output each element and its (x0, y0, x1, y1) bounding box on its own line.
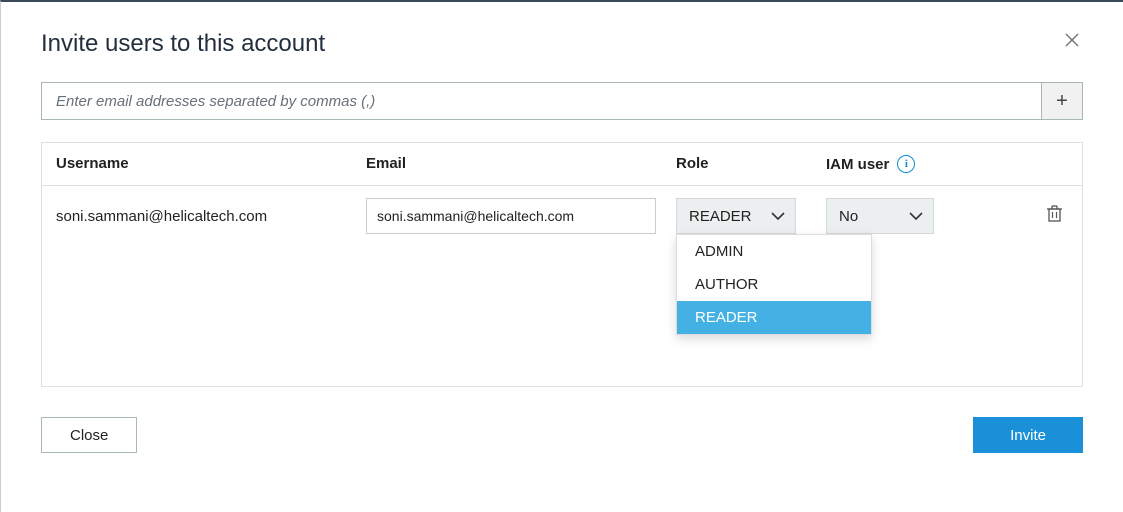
info-icon[interactable]: i (897, 155, 915, 173)
role-dropdown: ADMIN AUTHOR READER (676, 234, 872, 335)
email-add-row: + (41, 82, 1083, 120)
dialog-title: Invite users to this account (41, 30, 1083, 58)
delete-row-icon[interactable] (1047, 205, 1062, 222)
role-select[interactable]: READER (676, 198, 796, 234)
table-body: soni.sammani@helicaltech.com READER No (42, 186, 1082, 386)
column-header-iam: IAM user i (826, 155, 1006, 173)
iam-select-value: No (839, 208, 858, 225)
column-header-actions (1006, 155, 1068, 173)
table-header: Username Email Role IAM user i (42, 143, 1082, 186)
chevron-down-icon (771, 212, 785, 221)
close-button[interactable]: Close (41, 417, 137, 453)
users-table: Username Email Role IAM user i soni.samm… (41, 142, 1083, 387)
cell-role: READER (676, 198, 826, 234)
row-email-input[interactable] (366, 198, 656, 234)
invite-users-dialog: Invite users to this account + Username … (1, 2, 1123, 477)
role-option-reader[interactable]: READER (677, 301, 871, 334)
column-header-email: Email (366, 155, 676, 173)
column-header-role: Role (676, 155, 826, 173)
chevron-down-icon (909, 212, 923, 221)
add-email-button[interactable]: + (1041, 82, 1083, 120)
column-header-username: Username (56, 155, 366, 173)
dialog-footer: Close Invite (41, 417, 1083, 453)
iam-select[interactable]: No (826, 198, 934, 234)
table-row: soni.sammani@helicaltech.com READER No (42, 186, 1082, 246)
invite-button[interactable]: Invite (973, 417, 1083, 453)
cell-iam: No (826, 198, 1006, 234)
cell-actions (1006, 205, 1068, 227)
role-select-value: READER (689, 208, 752, 225)
cell-username: soni.sammani@helicaltech.com (56, 208, 366, 225)
role-option-admin[interactable]: ADMIN (677, 235, 871, 268)
cell-email (366, 198, 676, 234)
role-option-author[interactable]: AUTHOR (677, 268, 871, 301)
close-icon[interactable] (1065, 32, 1079, 50)
email-addresses-input[interactable] (41, 82, 1041, 120)
column-header-iam-label: IAM user (826, 156, 889, 173)
